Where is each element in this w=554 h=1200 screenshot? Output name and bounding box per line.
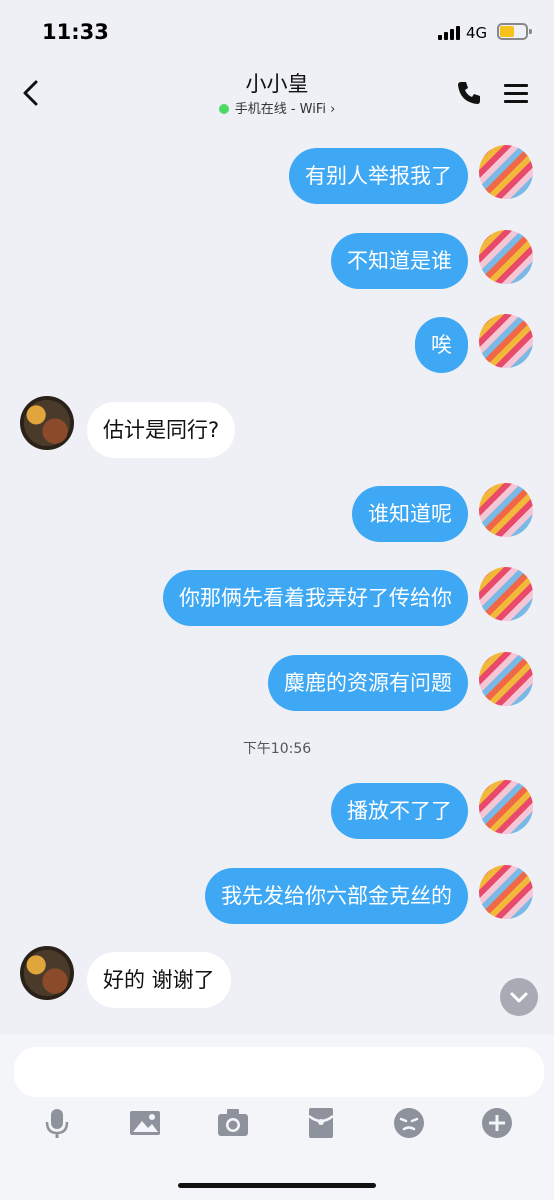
message-bubble[interactable]: 我先发给你六部金克丝的 [205,868,468,924]
red-packet-icon[interactable] [304,1106,338,1140]
menu-icon[interactable] [504,82,528,104]
scroll-to-bottom-button[interactable] [500,978,538,1016]
microphone-icon[interactable] [40,1106,74,1140]
message-bubble[interactable]: 麋鹿的资源有问题 [268,655,468,711]
input-area [0,1035,554,1200]
message-bubble[interactable]: 唉 [415,317,468,373]
my-avatar[interactable] [479,483,533,537]
image-icon[interactable] [128,1106,162,1140]
camera-icon[interactable] [216,1106,250,1140]
message-bubble[interactable]: 播放不了了 [331,783,468,839]
battery-icon [497,23,532,40]
friend-avatar[interactable] [20,946,74,1000]
status-time: 11:33 [42,20,109,44]
online-status-text: 手机在线 - WiFi [234,102,326,117]
message-bubble[interactable]: 谁知道呢 [352,486,468,542]
my-avatar[interactable] [479,567,533,621]
my-avatar[interactable] [479,145,533,199]
home-indicator[interactable] [178,1183,376,1188]
message-timestamp: 下午10:56 [242,741,312,757]
my-avatar[interactable] [479,652,533,706]
chevron-right-icon: › [330,102,336,117]
message-input[interactable] [14,1047,544,1097]
phone-icon[interactable] [456,80,482,106]
my-avatar[interactable] [479,865,533,919]
chat-header: 小小皇 手机在线 - WiFi › [0,62,554,124]
message-bubble[interactable]: 估计是同行? [87,402,236,458]
message-bubble[interactable]: 好的 谢谢了 [87,952,231,1008]
my-avatar[interactable] [479,314,533,368]
status-bar: 11:33 4G [0,0,554,62]
signal-icon [438,26,462,40]
friend-avatar[interactable] [20,396,74,450]
message-bubble[interactable]: 不知道是谁 [331,233,468,289]
online-dot-icon [218,104,229,114]
my-avatar[interactable] [479,230,533,284]
message-bubble[interactable]: 你那俩先看着我弄好了传给你 [163,570,468,626]
emoji-icon[interactable] [392,1106,426,1140]
plus-icon[interactable] [480,1106,514,1140]
my-avatar[interactable] [479,780,533,834]
network-type: 4G [466,24,488,42]
chevron-down-icon [510,992,528,1003]
message-bubble[interactable]: 有别人举报我了 [289,148,468,204]
